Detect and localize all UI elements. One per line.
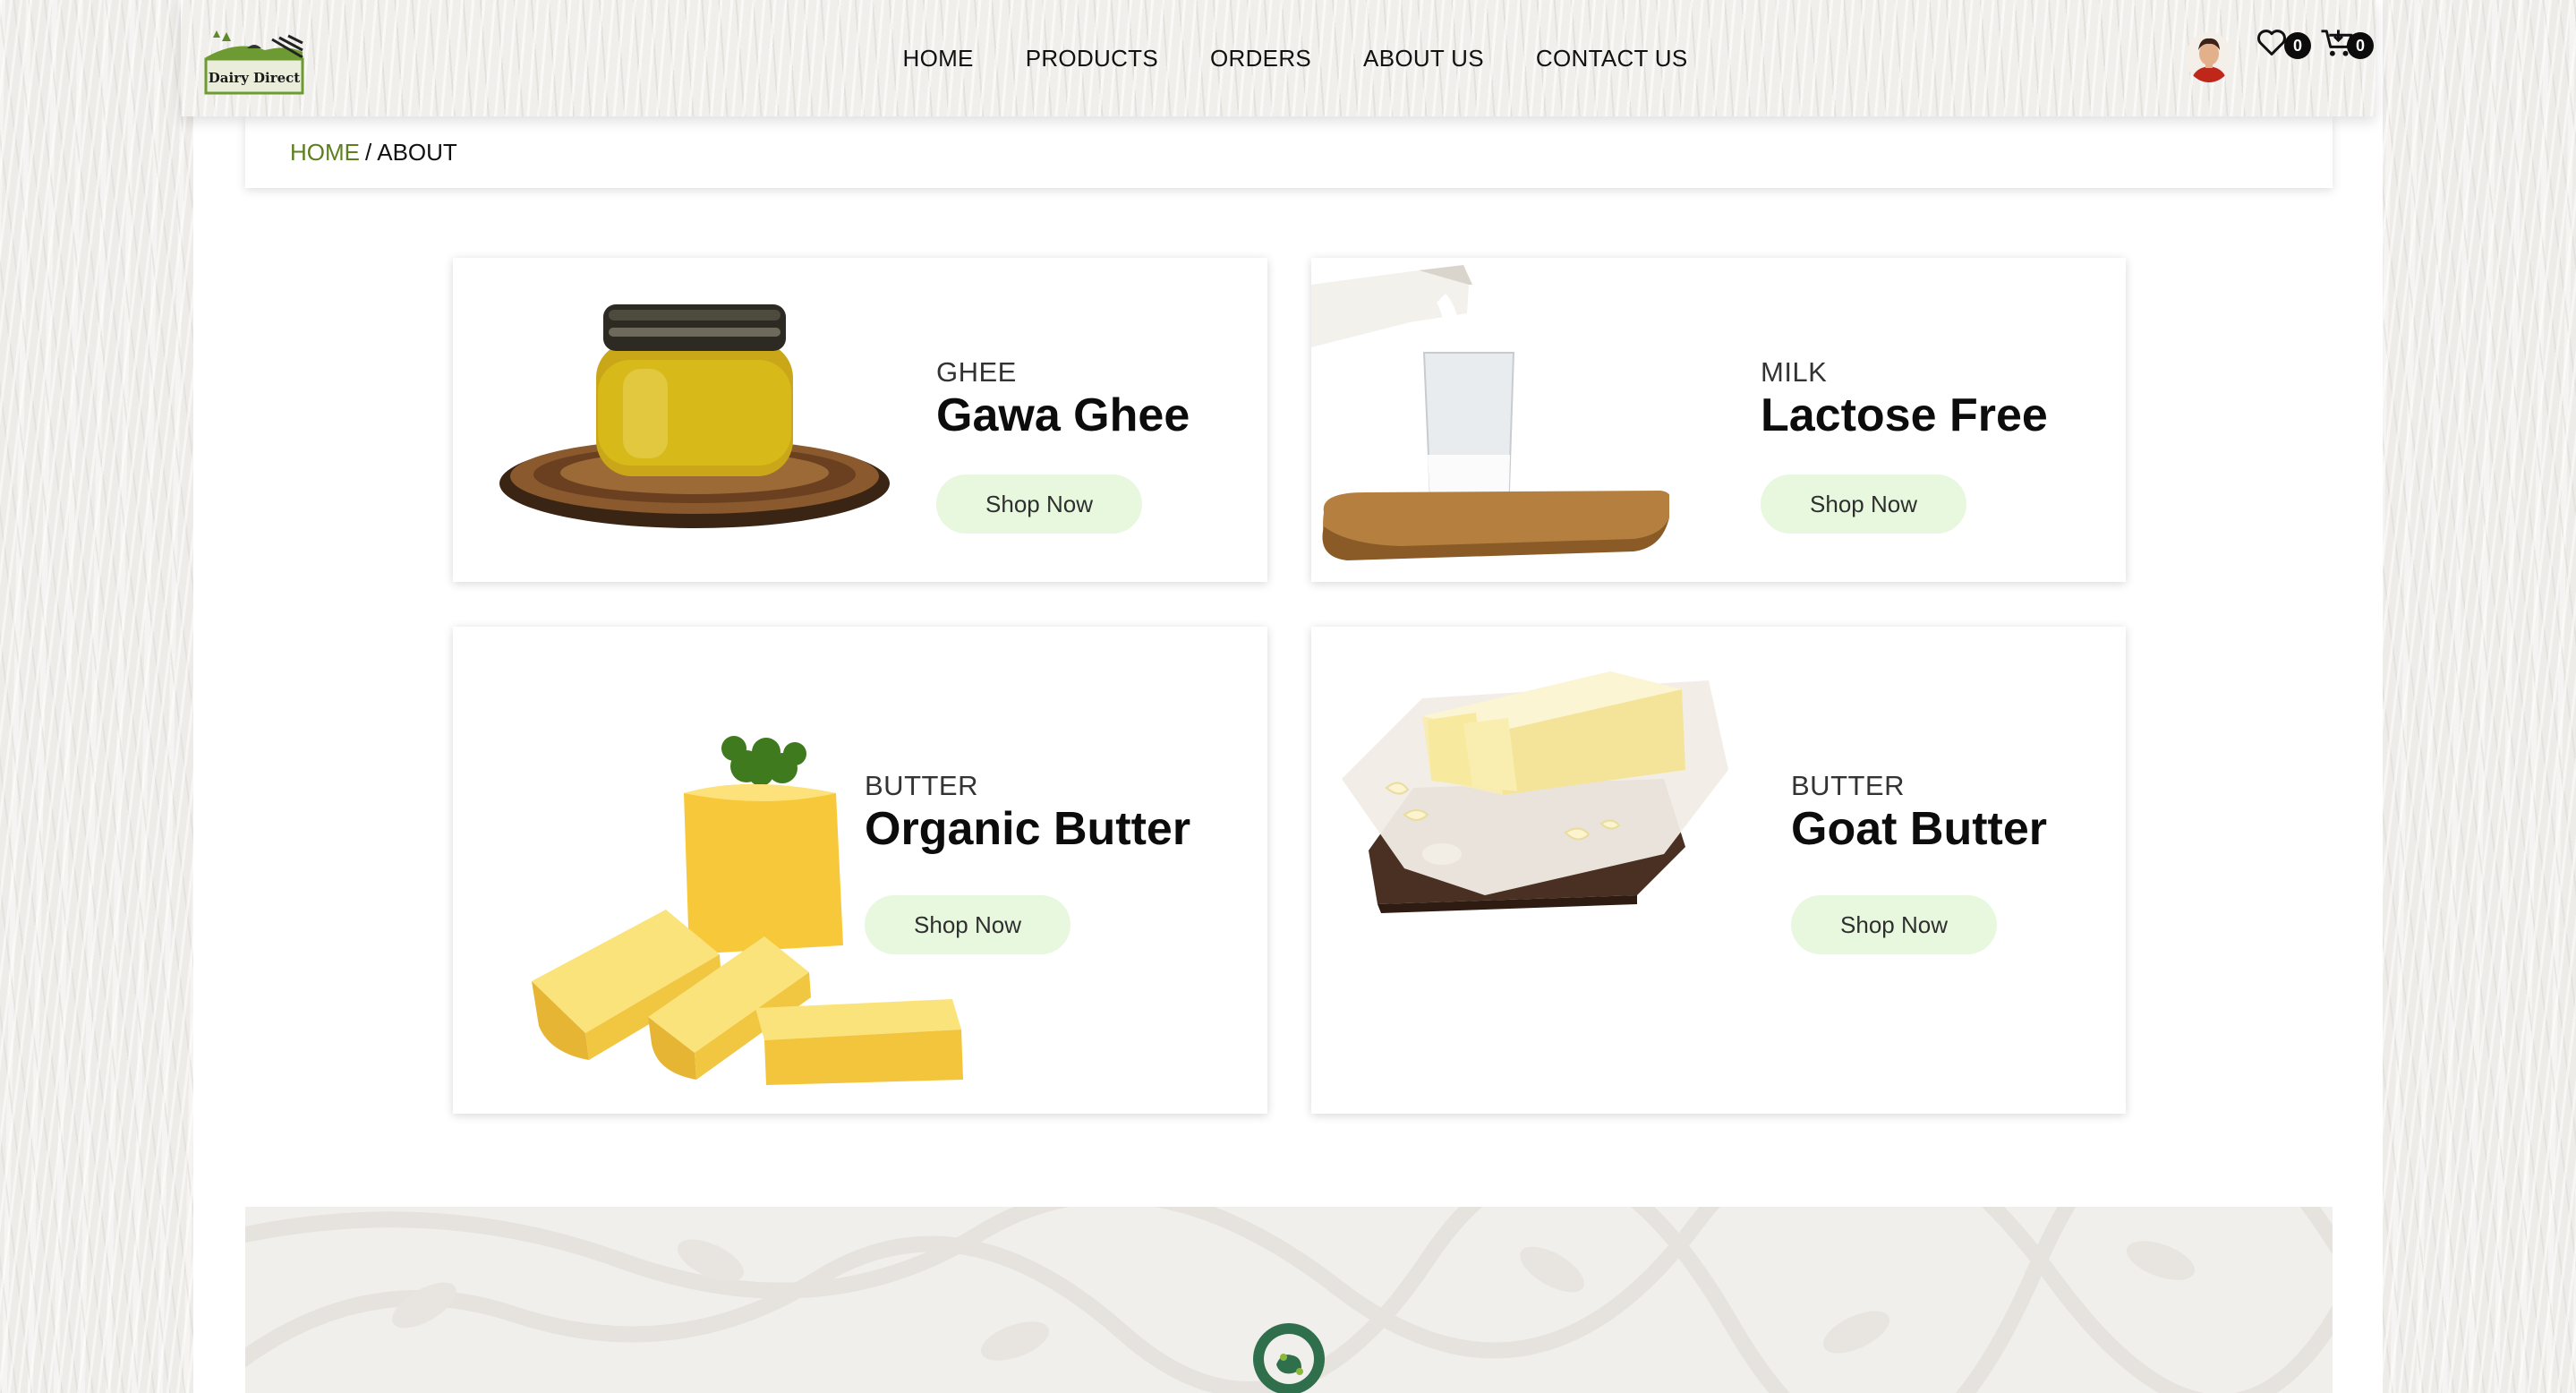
shop-now-button[interactable]: Shop Now [936, 474, 1142, 534]
nav-contact-us[interactable]: CONTACT US [1536, 45, 1688, 73]
nav-home[interactable]: HOME [903, 45, 974, 73]
wishlist-button[interactable]: 0 [2256, 23, 2322, 68]
product-card-ghee: GHEE Gawa Ghee Shop Now [453, 258, 1267, 582]
breadcrumb: HOME / ABOUT [245, 116, 2333, 188]
cart-button[interactable]: 0 [2315, 23, 2386, 68]
product-title: Gawa Ghee [936, 389, 1190, 441]
breadcrumb-separator: / [365, 138, 372, 166]
nav-orders[interactable]: ORDERS [1210, 45, 1311, 73]
heart-icon [2257, 30, 2286, 56]
user-avatar[interactable] [2186, 32, 2232, 82]
product-category: BUTTER [865, 770, 978, 801]
cart-count-badge: 0 [2347, 32, 2374, 59]
nav-about-us[interactable]: ABOUT US [1363, 45, 1484, 73]
breadcrumb-home-link[interactable]: HOME [290, 139, 360, 167]
wishlist-count-badge: 0 [2284, 32, 2311, 59]
shop-now-button[interactable]: Shop Now [1791, 895, 1997, 954]
site-footer [245, 1207, 2333, 1393]
product-category: GHEE [936, 356, 1017, 388]
product-title: Lactose Free [1761, 389, 2048, 441]
product-title: Goat Butter [1791, 803, 2047, 855]
product-card-milk: MILK Lactose Free Shop Now [1311, 258, 2126, 582]
top-navbar: Dairy Direct HOME PRODUCTS ORDERS ABOUT … [181, 0, 2376, 116]
footer-logo[interactable] [1248, 1314, 1330, 1393]
goat-butter-image [1342, 636, 1736, 913]
product-card-organic-butter: BUTTER Organic Butter Shop Now [453, 627, 1267, 1114]
product-category: MILK [1761, 356, 1828, 388]
ghee-jar-image [498, 297, 891, 539]
product-card-goat-butter: BUTTER Goat Butter Shop Now [1311, 627, 2126, 1114]
product-title: Organic Butter [865, 803, 1191, 855]
milk-glass-image [1311, 258, 1673, 562]
breadcrumb-current: ABOUT [377, 138, 457, 166]
product-category: BUTTER [1791, 770, 1905, 801]
shop-now-button[interactable]: Shop Now [865, 895, 1070, 954]
main-navigation: HOME PRODUCTS ORDERS ABOUT US CONTACT US [181, 0, 2376, 116]
butter-blocks-image [532, 686, 997, 1098]
shop-now-button[interactable]: Shop Now [1761, 474, 1966, 534]
nav-products[interactable]: PRODUCTS [1026, 45, 1158, 73]
